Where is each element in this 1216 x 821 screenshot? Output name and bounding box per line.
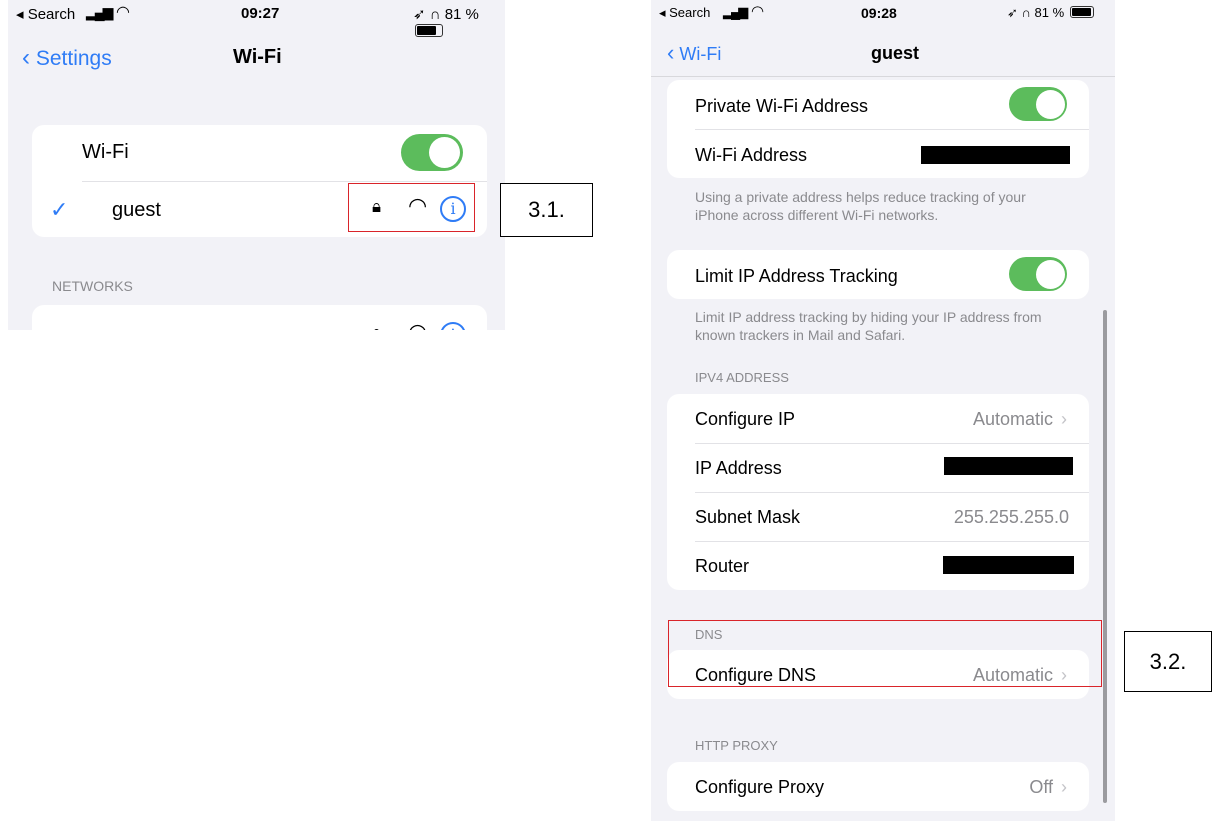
page-title: guest	[871, 43, 920, 63]
ip-address-row: IP Address	[667, 443, 1089, 492]
annotation-step2: 3.2.	[1124, 631, 1212, 692]
limit-ip-card: Limit IP Address Tracking	[667, 250, 1089, 299]
headphones-icon: ∩	[429, 6, 441, 23]
highlight-box-dns	[668, 620, 1102, 687]
wifi-status-icon: ◠	[116, 4, 130, 21]
status-back-search[interactable]: ◂ Search	[659, 5, 710, 21]
wifi-icon: ◠	[408, 319, 427, 330]
network-name: guest	[112, 199, 161, 221]
headphones-icon: ∩	[1021, 5, 1031, 20]
router-row: Router	[667, 541, 1089, 590]
wifi-label: Wi-Fi	[82, 141, 129, 163]
networks-card: 🔒︎ ◠ i	[32, 305, 487, 330]
page-title: Wi-Fi	[233, 46, 282, 68]
wifi-toggle[interactable]	[401, 134, 463, 171]
chevron-right-icon: ›	[1061, 409, 1067, 429]
lock-icon: 🔒︎	[372, 323, 381, 330]
annotation-step1: 3.1.	[500, 183, 593, 237]
wifi-status-icon: ◠	[751, 3, 765, 20]
nav-bar: ‹ Wi-Fi guest	[651, 30, 1115, 77]
signal-icon: ▂▄▆	[86, 4, 113, 20]
battery-icon	[1069, 6, 1094, 18]
private-address-row: Private Wi-Fi Address	[667, 80, 1089, 129]
redacted-wifi-address	[921, 146, 1070, 164]
chevron-left-icon: ‹	[22, 44, 30, 71]
location-icon: ➶	[413, 6, 426, 23]
status-back-search[interactable]: ◂ Search	[16, 5, 75, 23]
back-button[interactable]: ‹ Wi-Fi	[667, 40, 721, 66]
networks-header: NETWORKS	[52, 278, 133, 294]
configure-proxy-row[interactable]: Configure Proxy Off ›	[667, 762, 1089, 811]
checkmark-icon: ✓	[50, 197, 69, 222]
limit-ip-footer: Limit IP address tracking by hiding your…	[695, 309, 1042, 343]
nav-bar: ‹ Settings Wi-Fi	[8, 40, 505, 80]
redacted-router	[943, 556, 1074, 574]
status-time: 09:27	[241, 5, 280, 22]
status-bar: ◂ Search ▂▄▆ ◠ 09:28 ➶ ∩ 81 %	[651, 0, 1115, 30]
status-time: 09:28	[861, 5, 897, 21]
private-address-card: Private Wi-Fi Address Wi-Fi Address	[667, 80, 1089, 178]
ipv4-card: Configure IP Automatic › IP Address Subne…	[667, 394, 1089, 590]
chevron-right-icon: ›	[1061, 777, 1067, 797]
private-address-footer: Using a private address helps reduce tra…	[695, 189, 1026, 223]
right-screen: ◂ Search ▂▄▆ ◠ 09:28 ➶ ∩ 81 % ‹ Wi-Fi gu…	[651, 0, 1115, 821]
scrollbar[interactable]	[1103, 310, 1107, 803]
signal-icon: ▂▄▆	[723, 4, 748, 19]
ipv4-header: IPV4 ADDRESS	[695, 370, 789, 385]
status-right: ➶ ∩ 81 %	[1007, 5, 1094, 21]
configure-ip-row[interactable]: Configure IP Automatic ›	[667, 394, 1089, 443]
subnet-mask-row: Subnet Mask 255.255.255.0	[695, 507, 1069, 527]
http-proxy-header: HTTP PROXY	[695, 738, 778, 753]
back-button[interactable]: ‹ Settings	[22, 44, 112, 72]
proxy-card: Configure Proxy Off ›	[667, 762, 1089, 811]
chevron-left-icon: ‹	[667, 40, 675, 65]
left-screen: ◂ Search ▂▄▆ ◠ 09:27 ➶ ∩ 81 % ‹ Settings…	[8, 0, 505, 330]
location-icon: ➶	[1007, 5, 1018, 20]
wifi-address-row: Wi-Fi Address	[667, 129, 1089, 178]
limit-ip-toggle[interactable]	[1009, 257, 1067, 291]
status-right: ➶ ∩ 81 %	[413, 5, 505, 40]
wifi-toggle-row: Wi-Fi	[32, 125, 487, 181]
battery-icon	[415, 24, 443, 37]
private-address-toggle[interactable]	[1009, 87, 1067, 121]
redacted-ip-address	[944, 457, 1073, 475]
limit-ip-row: Limit IP Address Tracking	[667, 250, 1089, 299]
highlight-box-info	[348, 183, 475, 232]
info-icon[interactable]: i	[440, 322, 466, 330]
status-bar: ◂ Search ▂▄▆ ◠ 09:27 ➶ ∩ 81 %	[8, 0, 505, 37]
